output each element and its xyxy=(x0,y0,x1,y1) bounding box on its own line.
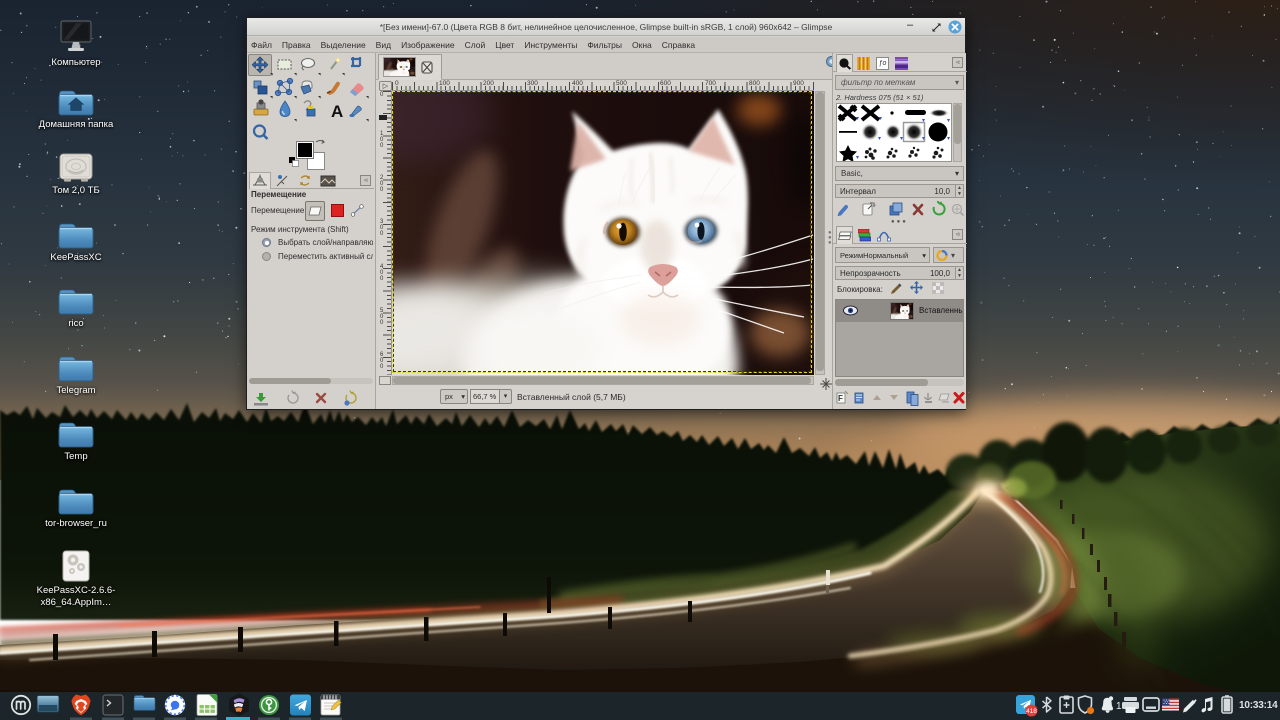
svg-text:A: A xyxy=(331,102,343,121)
svg-text:F: F xyxy=(838,394,843,403)
svg-text:418: 418 xyxy=(1026,708,1037,715)
svg-text:1: 1 xyxy=(1116,701,1122,712)
